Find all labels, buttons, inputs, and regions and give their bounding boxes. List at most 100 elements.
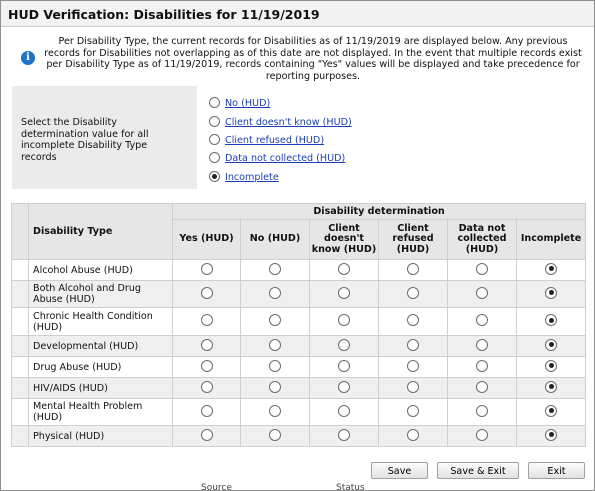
determination-radio[interactable]	[545, 314, 558, 326]
bulk-option-radio[interactable]	[209, 171, 220, 182]
determination-radio[interactable]	[200, 338, 213, 351]
column-header: Client doesn't know (HUD)	[309, 219, 379, 260]
determination-cell	[172, 280, 241, 308]
determination-cell	[240, 307, 310, 336]
determination-radio[interactable]	[407, 359, 419, 372]
determination-cell	[309, 356, 379, 378]
determination-cell	[240, 398, 310, 426]
determination-radio[interactable]	[338, 359, 350, 372]
bulk-option-link[interactable]: Data not collected (HUD)	[225, 153, 345, 164]
determination-radio[interactable]	[407, 314, 419, 326]
row-spacer	[11, 356, 29, 378]
determination-radio[interactable]	[338, 380, 350, 393]
determination-radio[interactable]	[269, 314, 281, 326]
bulk-option-radio[interactable]	[209, 116, 220, 127]
disability-type-label: HIV/AIDS (HUD)	[28, 377, 173, 399]
determination-cell	[172, 398, 241, 426]
determination-radio[interactable]	[476, 314, 488, 326]
determination-radio[interactable]	[200, 359, 213, 372]
determination-radio[interactable]	[476, 359, 488, 372]
determination-radio[interactable]	[407, 380, 419, 393]
determination-cell	[309, 307, 379, 336]
determination-radio[interactable]	[476, 338, 488, 351]
exit-button[interactable]: Exit	[528, 462, 585, 479]
bulk-option-link[interactable]: Incomplete	[225, 172, 279, 183]
determination-radio[interactable]	[338, 404, 350, 417]
bulk-option-radio[interactable]	[209, 134, 220, 145]
determination-radio[interactable]	[407, 404, 419, 417]
disability-type-label: Physical (HUD)	[28, 425, 173, 447]
determination-radio[interactable]	[545, 380, 558, 393]
determination-cell	[309, 335, 379, 357]
determination-cell	[447, 307, 517, 336]
determination-radio[interactable]	[338, 314, 350, 326]
determination-cell	[447, 280, 517, 308]
determination-cell	[240, 280, 310, 308]
determination-radio[interactable]	[407, 262, 419, 275]
determination-cell	[378, 377, 448, 399]
determination-radio[interactable]	[269, 404, 281, 417]
determination-radio[interactable]	[476, 404, 488, 417]
table-row: Chronic Health Condition (HUD)	[11, 307, 587, 336]
determination-radio[interactable]	[545, 404, 558, 417]
determination-cell	[172, 307, 241, 336]
determination-radio[interactable]	[476, 380, 488, 393]
bulk-option-link[interactable]: Client refused (HUD)	[225, 135, 324, 146]
bulk-option-radio[interactable]	[209, 97, 220, 108]
determination-radio[interactable]	[338, 338, 350, 351]
determination-radio[interactable]	[545, 359, 558, 372]
determination-cell	[447, 356, 517, 378]
determination-radio[interactable]	[338, 286, 350, 299]
determination-radio[interactable]	[476, 262, 488, 275]
row-spacer	[11, 280, 29, 308]
row-spacer	[11, 335, 29, 357]
determination-cell	[309, 259, 379, 281]
column-header: Incomplete	[515, 219, 587, 260]
determination-radio[interactable]	[545, 262, 558, 275]
bulk-option-link[interactable]: Client doesn't know (HUD)	[225, 117, 352, 128]
determination-radio[interactable]	[269, 262, 281, 275]
determination-radio[interactable]	[269, 380, 281, 393]
determination-radio[interactable]	[476, 286, 488, 299]
determination-radio[interactable]	[545, 428, 558, 441]
determination-radio[interactable]	[200, 286, 213, 299]
determination-radio[interactable]	[407, 286, 419, 299]
determination-radio[interactable]	[338, 428, 350, 441]
determination-radio[interactable]	[407, 428, 419, 441]
determination-radio[interactable]	[407, 338, 419, 351]
save-button[interactable]: Save	[371, 462, 428, 479]
column-header: Data not collected (HUD)	[447, 219, 517, 260]
bulk-option-link[interactable]: No (HUD)	[225, 98, 270, 109]
determination-radio[interactable]	[269, 428, 281, 441]
determination-cell	[309, 425, 379, 447]
determination-cell	[309, 280, 379, 308]
determination-radio[interactable]	[200, 404, 213, 417]
disability-type-label: Alcohol Abuse (HUD)	[28, 259, 173, 281]
determination-radio[interactable]	[545, 338, 558, 351]
determination-cell	[447, 259, 517, 281]
determination-cell	[447, 335, 517, 357]
determination-radio[interactable]	[338, 262, 350, 275]
determination-cell	[309, 398, 379, 426]
table-row: Mental Health Problem (HUD)	[11, 398, 587, 426]
determination-radio[interactable]	[269, 338, 281, 351]
determination-cell	[172, 377, 241, 399]
table-row: Alcohol Abuse (HUD)	[11, 259, 587, 281]
determination-cell	[515, 425, 587, 447]
row-spacer	[11, 398, 29, 426]
determination-cell	[515, 259, 587, 281]
determination-radio[interactable]	[200, 380, 213, 393]
bulk-option-radio[interactable]	[209, 152, 220, 163]
determination-radio[interactable]	[476, 428, 488, 441]
determination-radio[interactable]	[200, 314, 213, 326]
determination-radio[interactable]	[269, 286, 281, 299]
dialog-titlebar: HUD Verification: Disabilities for 11/19…	[1, 1, 594, 27]
determination-radio[interactable]	[200, 428, 213, 441]
determination-radio[interactable]	[545, 286, 558, 299]
determination-radio[interactable]	[269, 359, 281, 372]
determination-cell	[378, 356, 448, 378]
determination-cell	[378, 398, 448, 426]
save-and-exit-button[interactable]: Save & Exit	[437, 462, 519, 479]
determination-radio[interactable]	[200, 262, 213, 275]
determination-cell	[447, 425, 517, 447]
